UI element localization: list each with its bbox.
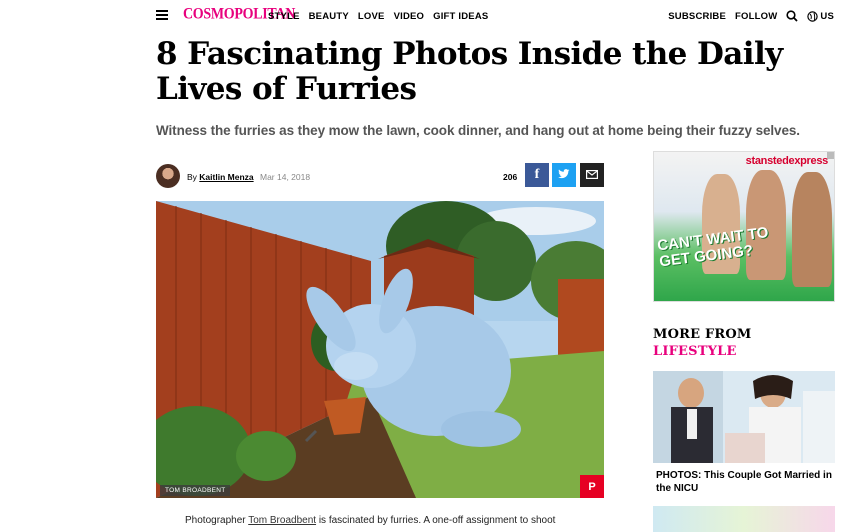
- pinterest-icon: P: [588, 480, 596, 493]
- more-from-label: MORE FROM: [653, 327, 752, 342]
- ad-choices-icon[interactable]: [827, 152, 834, 159]
- article-headline: 8 Fascinating Photos Inside the Daily Li…: [156, 36, 783, 107]
- twitter-icon: [558, 168, 570, 182]
- follow-link[interactable]: FOLLOW: [735, 11, 777, 22]
- search-icon[interactable]: [786, 10, 799, 22]
- globe-icon: [807, 10, 819, 22]
- hero-image: [156, 201, 604, 498]
- region-label: US: [820, 10, 834, 22]
- subscribe-link[interactable]: SUBSCRIBE: [668, 11, 726, 22]
- nav-link-love[interactable]: LOVE: [358, 11, 385, 22]
- advertisement[interactable]: stanstedexpress CAN'T WAIT TO GET GOING?: [653, 151, 835, 302]
- nav-link-video[interactable]: VIDEO: [394, 11, 425, 22]
- article-dek: Witness the furries as they mow the lawn…: [156, 123, 800, 138]
- nav-link-beauty[interactable]: BEAUTY: [309, 11, 349, 22]
- envelope-icon: [586, 168, 599, 182]
- email-share-button[interactable]: [580, 163, 604, 187]
- pinterest-button[interactable]: P: [580, 475, 604, 498]
- related-story-title[interactable]: PHOTOS: This Couple Got Married in the N…: [656, 469, 836, 495]
- byline: By Kaitlin Menza Mar 14, 2018: [187, 172, 310, 182]
- facebook-icon: f: [534, 167, 540, 182]
- author-avatar[interactable]: [156, 164, 180, 188]
- nav-links: STYLE BEAUTY LOVE VIDEO GIFT IDEAS: [268, 11, 488, 22]
- photographer-link[interactable]: Tom Broadbent: [248, 515, 316, 526]
- share-count: 206: [503, 172, 518, 182]
- article-body-first-line: Photographer Tom Broadbent is fascinated…: [185, 515, 555, 526]
- byline-prefix: By: [187, 172, 197, 182]
- publish-date: Mar 14, 2018: [259, 172, 311, 182]
- photo-credit: TOM BROADBENT: [160, 485, 231, 496]
- facebook-share-button[interactable]: f: [525, 163, 549, 187]
- ad-person-3: [792, 172, 832, 287]
- ad-brand: stanstedexpress: [745, 155, 829, 167]
- related-story-image-2[interactable]: [653, 506, 835, 532]
- nav-right: SUBSCRIBE FOLLOW US: [668, 10, 834, 22]
- top-nav: COSMOPOLITAN STYLE BEAUTY LOVE VIDEO GIF…: [0, 0, 860, 34]
- hamburger-menu-icon[interactable]: [156, 10, 168, 20]
- region-selector[interactable]: US: [807, 11, 834, 22]
- more-from-section[interactable]: LIFESTYLE: [653, 343, 752, 360]
- nav-link-style[interactable]: STYLE: [268, 11, 300, 22]
- more-from-heading: MORE FROM LIFESTYLE: [653, 326, 752, 360]
- twitter-share-button[interactable]: [552, 163, 576, 187]
- body-text-start: Photographer: [185, 515, 246, 526]
- author-link[interactable]: Kaitlin Menza: [199, 172, 253, 182]
- body-text-rest: is fascinated by furries. A one-off assi…: [318, 515, 556, 526]
- nav-link-gift-ideas[interactable]: GIFT IDEAS: [433, 11, 488, 22]
- related-story-image[interactable]: [653, 371, 835, 463]
